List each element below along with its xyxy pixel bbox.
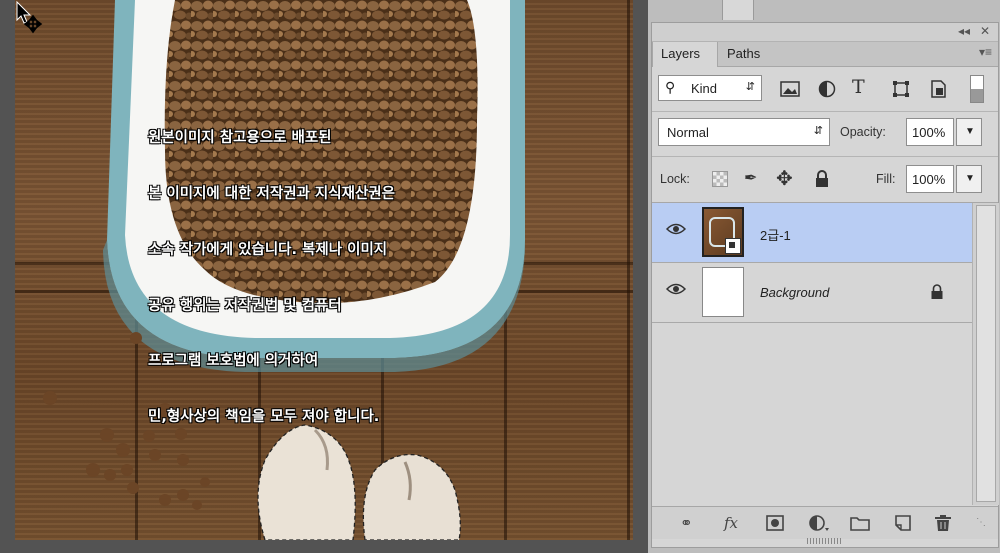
smart-object-filter-icon[interactable] xyxy=(928,79,948,99)
lock-all-icon[interactable] xyxy=(814,170,830,188)
fx-icon[interactable]: fx xyxy=(724,514,738,532)
lock-position-icon[interactable]: ✥ xyxy=(776,166,793,191)
opacity-input[interactable]: 100% xyxy=(906,118,954,146)
layer-name[interactable]: Background xyxy=(760,285,829,300)
blend-row: Normal ⇵ Opacity: 100% ▼ xyxy=(652,112,998,157)
layer-row[interactable]: Background xyxy=(652,263,972,323)
scrollbar-thumb[interactable] xyxy=(976,205,996,502)
tab-paths[interactable]: Paths xyxy=(719,42,779,66)
blend-mode-select[interactable]: Normal ⇵ xyxy=(658,118,830,146)
stepper-arrows-icon: ⇵ xyxy=(745,81,755,93)
paw-right xyxy=(362,453,461,540)
panel-resize-handle[interactable] xyxy=(807,538,843,544)
delete-layer-icon[interactable] xyxy=(934,514,952,532)
lock-row: Lock: ✒ ✥ Fill: 100% ▼ xyxy=(652,157,998,203)
copyright-watermark: 원본이미지 참고용으로 배포된 본 이미지에 대한 저작권과 지식재산권은 소속… xyxy=(148,92,508,464)
lock-image-pixels-icon[interactable]: ✒ xyxy=(744,168,757,188)
image-filter-icon[interactable] xyxy=(780,80,800,98)
document-workspace: 원본이미지 참고용으로 배포된 본 이미지에 대한 저작권과 지식재산권은 소속… xyxy=(0,0,648,553)
collapse-panel-icon[interactable]: ◂◂ xyxy=(958,24,970,38)
adjustment-filter-icon[interactable] xyxy=(818,80,836,98)
layers-list: 2급-1 Background xyxy=(652,203,972,503)
lock-label: Lock: xyxy=(660,172,690,186)
stepper-arrows-icon: ⇵ xyxy=(813,125,823,137)
lock-transparent-pixels-icon[interactable] xyxy=(712,171,728,187)
watermark-line: 공유 행위는 저작권법 및 컴퓨터 xyxy=(148,297,342,314)
layer-thumbnail[interactable] xyxy=(702,267,744,317)
chevron-down-icon: ▼ xyxy=(965,126,975,137)
lock-icon xyxy=(931,284,943,299)
close-panel-icon[interactable]: ✕ xyxy=(980,24,990,38)
watermark-line: 원본이미지 참고용으로 배포된 xyxy=(148,130,332,147)
fill-input[interactable]: 100% xyxy=(906,165,954,193)
layer-name[interactable]: 2급-1 xyxy=(760,225,791,244)
panel-tabs: Layers Paths ▾≡ xyxy=(652,42,998,67)
layers-bottom-bar: ⚭ fx ⋱ xyxy=(652,506,998,539)
filter-kind-label: Kind xyxy=(691,81,718,96)
add-mask-icon[interactable] xyxy=(766,515,784,531)
type-filter-icon[interactable]: T xyxy=(852,76,865,98)
watermark-line: 민,형사상의 책임을 모두 져야 합니다. xyxy=(148,409,380,426)
layers-panel: ◂◂ ✕ Layers Paths ▾≡ ⚲ Kind ⇵ T Normal ⇵… xyxy=(651,22,999,548)
filter-kind-select[interactable]: ⚲ Kind ⇵ xyxy=(658,75,762,101)
opacity-value: 100% xyxy=(912,125,946,140)
fill-label: Fill: xyxy=(876,172,896,186)
layer-row[interactable]: 2급-1 xyxy=(652,203,972,263)
panel-header: ◂◂ ✕ xyxy=(652,23,998,42)
panel-menu-icon[interactable]: ▾≡ xyxy=(979,45,992,59)
layers-scrollbar[interactable] xyxy=(972,203,999,505)
link-layers-icon[interactable]: ⚭ xyxy=(680,514,693,532)
dock-divider[interactable] xyxy=(722,0,754,20)
move-cursor-icon xyxy=(16,0,43,34)
watermark-line: 소속 작가에게 있습니다. 복제나 이미지 xyxy=(148,241,388,258)
watermark-line: 프로그램 보호법에 의거하여 xyxy=(148,353,319,370)
new-layer-icon[interactable] xyxy=(894,515,912,531)
filter-toggle-switch[interactable] xyxy=(970,75,984,103)
eye-icon[interactable] xyxy=(666,222,686,236)
tab-layers[interactable]: Layers xyxy=(652,42,718,67)
watermark-line: 본 이미지에 대한 저작권과 지식재산권은 xyxy=(148,185,395,202)
opacity-dropdown-button[interactable]: ▼ xyxy=(956,118,982,146)
eye-icon[interactable] xyxy=(666,282,686,296)
opacity-label: Opacity: xyxy=(840,125,886,139)
layer-thumbnail[interactable] xyxy=(702,207,744,257)
smart-object-badge-icon xyxy=(725,238,741,254)
group-folder-icon[interactable] xyxy=(850,515,870,531)
chevron-down-icon: ▼ xyxy=(965,173,975,184)
search-icon: ⚲ xyxy=(665,79,676,95)
blend-mode-value: Normal xyxy=(667,125,709,140)
fill-value: 100% xyxy=(912,172,946,187)
fill-dropdown-button[interactable]: ▼ xyxy=(956,165,982,193)
document-canvas[interactable]: 원본이미지 참고용으로 배포된 본 이미지에 대한 저작권과 지식재산권은 소속… xyxy=(15,0,633,540)
resize-grip-icon[interactable]: ⋱ xyxy=(976,517,986,528)
shape-filter-icon[interactable] xyxy=(892,80,910,98)
filter-row: ⚲ Kind ⇵ T xyxy=(652,67,998,112)
adjustment-layer-icon[interactable] xyxy=(808,514,830,532)
